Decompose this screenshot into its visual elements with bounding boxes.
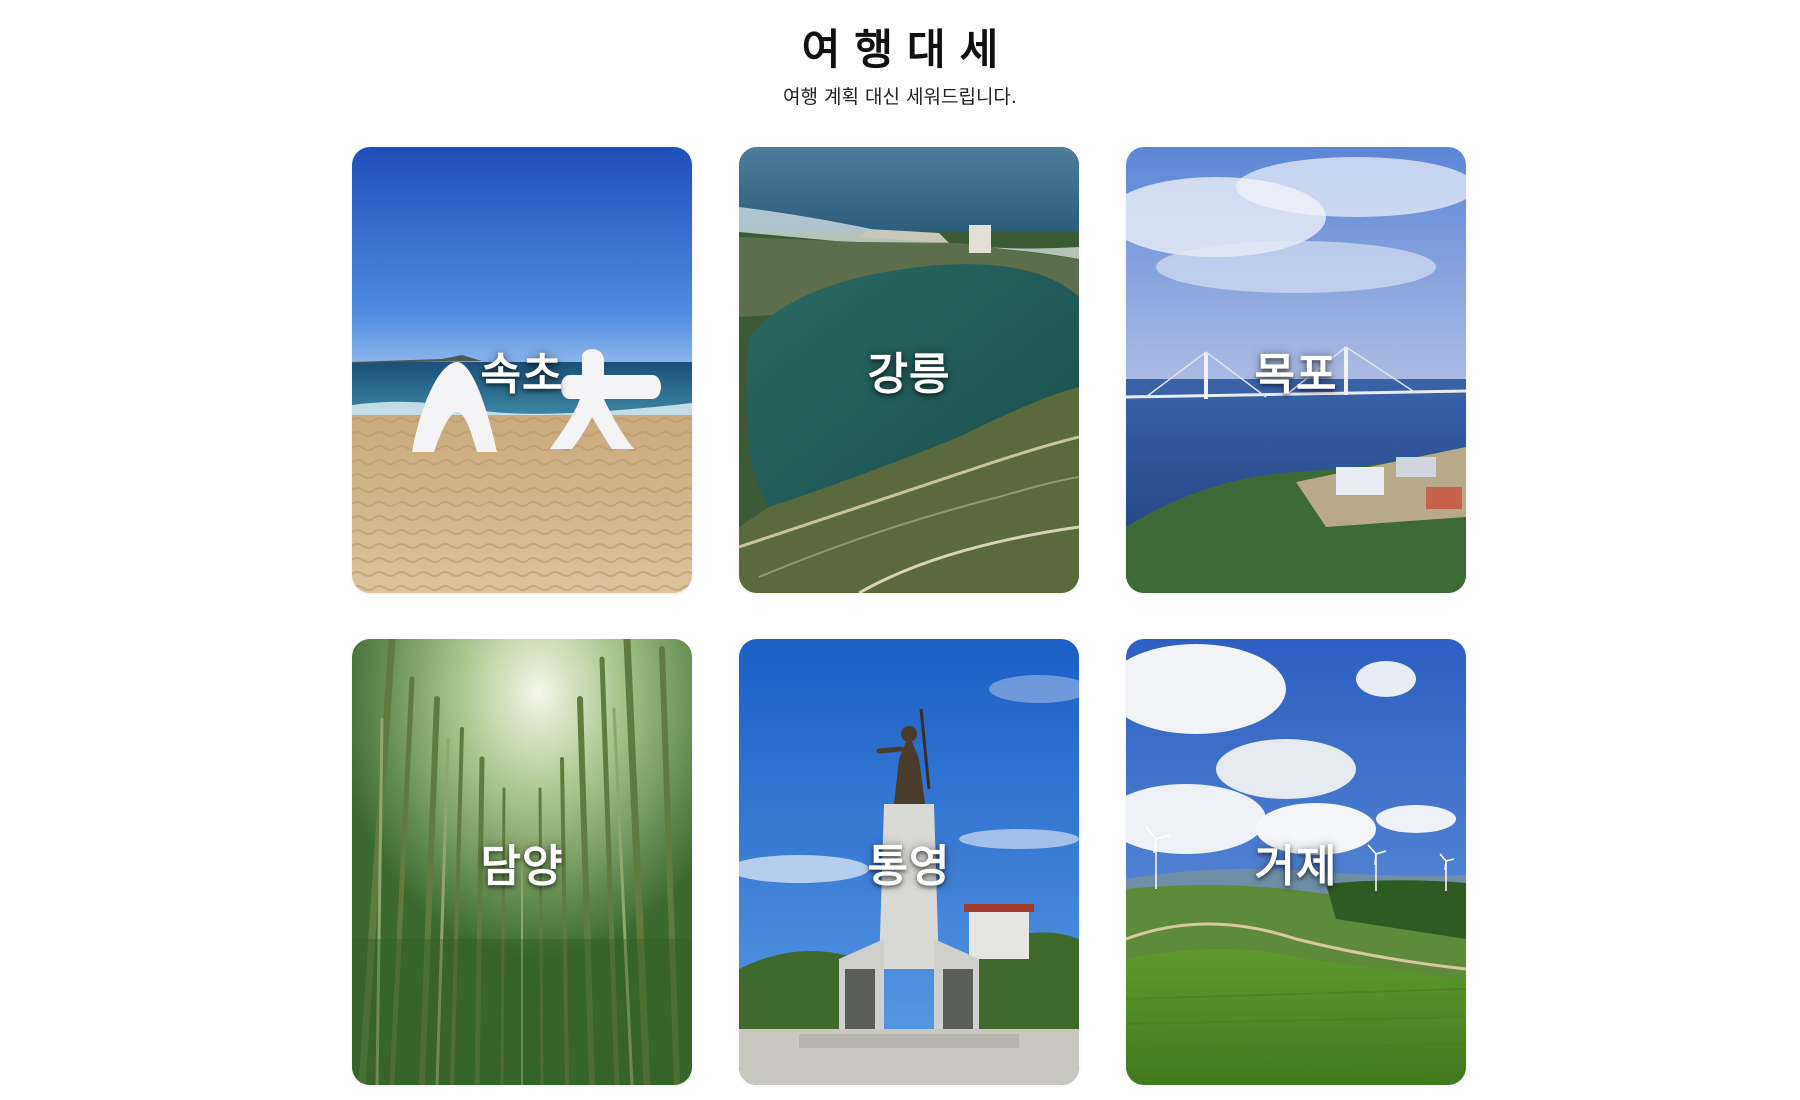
destination-label: 통영 (867, 841, 951, 892)
destination-card-tongyeong[interactable]: 통영 (739, 639, 1079, 1085)
destination-card-damyang[interactable]: 담양 (352, 639, 692, 1085)
destination-card-geoje[interactable]: 거제 (1126, 639, 1466, 1085)
destination-label: 거제 (1254, 841, 1338, 892)
destination-card-sokcho[interactable]: 속초 (352, 147, 692, 593)
destination-label: 속초 (480, 349, 564, 400)
destination-grid: 속초 강릉 목포 담양 통영 거제 (0, 0, 1800, 1100)
destination-label: 담양 (480, 841, 564, 892)
destination-card-mokpo[interactable]: 목포 (1126, 147, 1466, 593)
destination-card-gangneung[interactable]: 강릉 (739, 147, 1079, 593)
destination-label: 강릉 (867, 349, 951, 400)
destination-label: 목포 (1254, 349, 1338, 400)
